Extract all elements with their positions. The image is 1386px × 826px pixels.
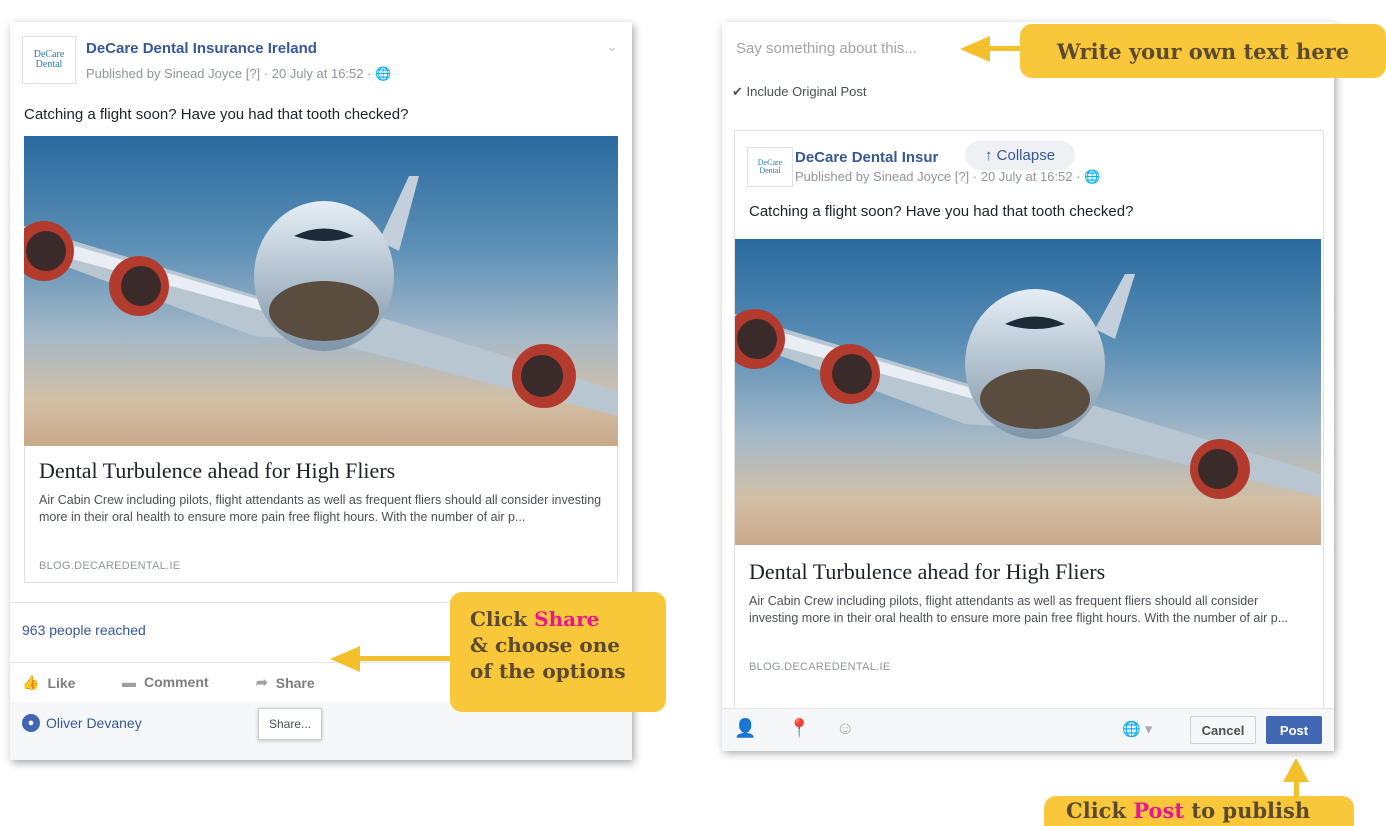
comment-label: Comment (144, 674, 209, 690)
comment-button[interactable]: ▬ Comment (122, 674, 209, 690)
link-description: Air Cabin Crew including pilots, flight … (749, 594, 1289, 625)
callout-share-line3: of the options (470, 659, 626, 683)
tag-friends-icon[interactable]: 👤 (734, 718, 756, 739)
page-name-link[interactable]: DeCare Dental Insur (795, 149, 938, 166)
logo-line2: Dental (35, 59, 63, 70)
checkmark-icon: ✔ (732, 84, 743, 99)
callout-write: Write your own text here (1020, 24, 1386, 78)
share-button[interactable]: ➦ Share (256, 674, 315, 691)
globe-icon: 🌐 (375, 66, 392, 81)
chevron-down-icon[interactable]: ⌄ (606, 38, 618, 55)
airplane-image (735, 274, 1321, 499)
post-button[interactable]: Post (1266, 716, 1322, 744)
share-arrow-icon: ➦ (256, 674, 268, 690)
post-meta-text: Published by Sinead Joyce [?] · 20 July … (86, 66, 376, 81)
like-button[interactable]: 👍 Like (22, 674, 75, 691)
commenter[interactable]: ● Oliver Devaney (22, 714, 142, 732)
callout-post-highlight: Post (1133, 798, 1185, 823)
like-label: Like (47, 674, 76, 691)
emoji-icon[interactable]: ☺ (836, 718, 854, 739)
include-original-checkbox[interactable]: ✔ Include Original Post (732, 84, 866, 100)
commenter-name: Oliver Devaney (46, 715, 142, 731)
post-meta: Published by Sinead Joyce [?] · 20 July … (86, 66, 391, 82)
link-title: Dental Turbulence ahead for High Fliers (39, 458, 396, 483)
link-preview-box[interactable]: Dental Turbulence ahead for High Fliers … (24, 446, 618, 583)
location-pin-icon[interactable]: 📍 (788, 718, 810, 739)
callout-post-pre: Click (1066, 798, 1134, 823)
callout-arrow-shaft (985, 46, 1025, 51)
callout-share-line2: & choose one (470, 633, 620, 657)
callout-post-post: to publish (1184, 798, 1311, 823)
callout-share-line1: Click Share (470, 606, 666, 632)
share-dialog: Say something about this... ✔ Include Or… (722, 22, 1334, 751)
page-name-link[interactable]: DeCare Dental Insurance Ireland (86, 40, 317, 57)
share-tooltip[interactable]: Share... (258, 708, 323, 740)
callout-arrow-up-icon (1283, 758, 1309, 782)
user-icon: ● (22, 714, 40, 732)
link-title: Dental Turbulence ahead for High Fliers (749, 559, 1106, 584)
link-description: Air Cabin Crew including pilots, flight … (39, 493, 602, 524)
share-label: Share (275, 674, 315, 691)
callout-share-highlight: Share (534, 607, 600, 631)
page-logo[interactable]: DeCare Dental (747, 147, 793, 187)
link-preview-image[interactable] (24, 136, 618, 446)
link-domain: BLOG.DECAREDENTAL.IE (749, 661, 891, 673)
cancel-button[interactable]: Cancel (1190, 716, 1256, 744)
original-post-card: DeCare Dental DeCare Dental Insur Publis… (734, 130, 1324, 710)
post-meta-text: Published by Sinead Joyce [?] · 20 July … (795, 169, 1085, 184)
link-domain: BLOG.DECAREDENTAL.IE (39, 560, 181, 572)
collapse-button[interactable]: ↑ Collapse (965, 141, 1076, 170)
audience-globe-icon[interactable]: 🌐 ▾ (1122, 720, 1152, 738)
logo-line2: Dental (759, 166, 781, 175)
airplane-image (24, 176, 618, 416)
reach-count[interactable]: 963 people reached (22, 622, 146, 638)
post-text: Catching a flight soon? Have you had tha… (24, 106, 409, 123)
comment-icon: ▬ (122, 674, 136, 690)
post-text: Catching a flight soon? Have you had tha… (749, 203, 1134, 220)
thumbs-up-icon: 👍 (22, 674, 40, 690)
page-logo[interactable]: DeCare Dental (22, 36, 76, 84)
callout-share: Click Share & choose one of the options (450, 592, 666, 712)
globe-icon: 🌐 (1084, 169, 1101, 184)
include-original-label: Include Original Post (746, 84, 867, 99)
callout-arrow-head-icon (330, 646, 360, 672)
callout-arrow-shaft (350, 656, 450, 661)
callout-post: Click Post to publish (1044, 796, 1354, 826)
callout-share-pre: Click (470, 607, 535, 631)
post-meta: Published by Sinead Joyce [?] · 20 July … (795, 169, 1100, 185)
say-something-input[interactable]: Say something about this... (736, 40, 917, 57)
link-preview-image[interactable] (735, 239, 1321, 545)
